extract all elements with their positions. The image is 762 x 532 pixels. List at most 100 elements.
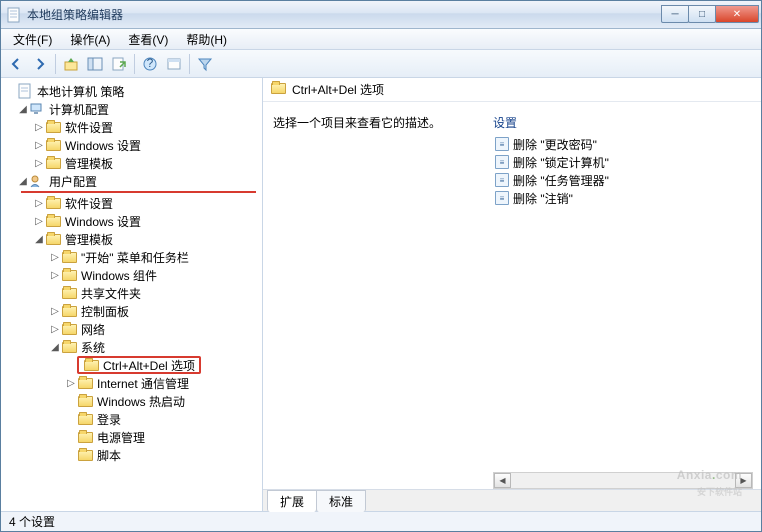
minimize-button[interactable]: ─ xyxy=(661,5,689,23)
folder-icon xyxy=(77,376,93,390)
collapse-icon[interactable]: ◢ xyxy=(17,104,29,115)
toolbar-separator xyxy=(134,54,135,74)
tree-computer-config[interactable]: ◢ 计算机配置 xyxy=(1,100,262,118)
collapse-icon[interactable]: ◢ xyxy=(49,342,61,353)
window-frame: 本地组策略编辑器 ─ □ ✕ 文件(F) 操作(A) 查看(V) 帮助(H) ?… xyxy=(0,0,762,532)
tree-item[interactable]: ▷Internet 通信管理 xyxy=(1,374,262,392)
tree-item[interactable]: Windows 热启动 xyxy=(1,392,262,410)
tree-label: 控制面板 xyxy=(81,303,129,320)
details-title: Ctrl+Alt+Del 选项 xyxy=(292,81,384,98)
menubar: 文件(F) 操作(A) 查看(V) 帮助(H) xyxy=(1,29,761,50)
expand-icon[interactable]: ▷ xyxy=(49,252,61,263)
expand-icon[interactable]: ▷ xyxy=(33,122,45,133)
tree-item[interactable]: ◢管理模板 xyxy=(1,230,262,248)
help-button[interactable]: ? xyxy=(139,53,161,75)
tree-item[interactable]: ▷软件设置 xyxy=(1,194,262,212)
folder-icon xyxy=(271,83,286,97)
tree-label: 本地计算机 策略 xyxy=(37,83,124,100)
tree-item[interactable]: ▷ 网络 xyxy=(1,320,262,338)
forward-button[interactable] xyxy=(29,53,51,75)
setting-row[interactable]: ≡删除 "锁定计算机" xyxy=(493,153,753,171)
back-button[interactable] xyxy=(5,53,27,75)
menu-action[interactable]: 操作(A) xyxy=(62,29,118,50)
menu-view[interactable]: 查看(V) xyxy=(120,29,176,50)
tree-system[interactable]: ◢ 系统 xyxy=(1,338,262,356)
expand-icon[interactable]: ▷ xyxy=(33,158,45,169)
up-button[interactable] xyxy=(60,53,82,75)
folder-icon xyxy=(45,232,61,246)
tree-item[interactable]: ▷"开始" 菜单和任务栏 xyxy=(1,248,262,266)
tab-standard[interactable]: 标准 xyxy=(316,490,366,512)
setting-icon: ≡ xyxy=(495,191,509,205)
setting-row[interactable]: ≡删除 "任务管理器" xyxy=(493,171,753,189)
tab-extended[interactable]: 扩展 xyxy=(267,490,317,512)
expand-icon[interactable]: ▷ xyxy=(33,216,45,227)
tree-label: 系统 xyxy=(81,339,105,356)
tree-item[interactable]: ▷Windows 设置 xyxy=(1,136,262,154)
expand-icon[interactable]: ▷ xyxy=(33,140,45,151)
computer-icon xyxy=(29,102,45,116)
tree-label: 电源管理 xyxy=(97,429,145,446)
folder-icon xyxy=(61,304,77,318)
folder-icon xyxy=(77,412,93,426)
app-icon xyxy=(7,7,23,23)
scroll-right-icon[interactable]: ▶ xyxy=(735,473,752,488)
close-button[interactable]: ✕ xyxy=(715,5,759,23)
tree-label: Ctrl+Alt+Del 选项 xyxy=(103,357,195,374)
expand-icon[interactable]: ▷ xyxy=(49,306,61,317)
tree-label: 管理模板 xyxy=(65,155,113,172)
folder-icon xyxy=(45,138,61,152)
setting-icon: ≡ xyxy=(495,137,509,151)
window-buttons: ─ □ ✕ xyxy=(661,6,759,23)
filter-button[interactable] xyxy=(194,53,216,75)
tree-label: 用户配置 xyxy=(49,173,97,190)
tree-item[interactable]: 共享文件夹 xyxy=(1,284,262,302)
annotation-highlight: Ctrl+Alt+Del 选项 xyxy=(77,356,201,374)
tree-item[interactable]: ▷ Windows 组件 xyxy=(1,266,262,284)
description-panel: 选择一个项目来查看它的描述。 xyxy=(263,108,487,489)
tree-ctrl-alt-del[interactable]: Ctrl+Alt+Del 选项 xyxy=(1,356,262,374)
tree-item[interactable]: ▷Windows 设置 xyxy=(1,212,262,230)
folder-icon xyxy=(61,250,77,264)
maximize-button[interactable]: □ xyxy=(688,5,716,23)
horizontal-scrollbar[interactable]: ◀ ▶ xyxy=(493,472,753,489)
setting-row[interactable]: ≡ 删除 "注销" xyxy=(493,189,753,207)
tree-item[interactable]: 登录 xyxy=(1,410,262,428)
collapse-icon[interactable]: ◢ xyxy=(33,234,45,245)
setting-label: 删除 "注销" xyxy=(513,190,573,207)
tree-item[interactable]: ▷ 控制面板 xyxy=(1,302,262,320)
expand-icon[interactable]: ▷ xyxy=(33,198,45,209)
content-body: 本地计算机 策略 ◢ 计算机配置 ▷软件设置 ▷Windows 设置 ▷ 管理模板… xyxy=(1,78,761,511)
tree-label: 共享文件夹 xyxy=(81,285,141,302)
export-button[interactable] xyxy=(108,53,130,75)
tree-item[interactable]: 电源管理 xyxy=(1,428,262,446)
expand-icon[interactable]: ▷ xyxy=(49,324,61,335)
expand-icon[interactable]: ▷ xyxy=(65,378,77,389)
setting-row[interactable]: ≡删除 "更改密码" xyxy=(493,135,753,153)
column-header[interactable]: 设置 xyxy=(493,114,753,135)
tree-item[interactable]: 脚本 xyxy=(1,446,262,464)
folder-icon xyxy=(61,340,77,354)
menu-file[interactable]: 文件(F) xyxy=(5,29,60,50)
setting-icon: ≡ xyxy=(495,155,509,169)
tree-label: 计算机配置 xyxy=(49,101,109,118)
menu-help[interactable]: 帮助(H) xyxy=(178,29,235,50)
setting-label: 删除 "任务管理器" xyxy=(513,172,609,189)
expand-icon[interactable]: ▷ xyxy=(49,270,61,281)
tree-item[interactable]: ▷软件设置 xyxy=(1,118,262,136)
show-hide-tree-button[interactable] xyxy=(84,53,106,75)
tree-pane[interactable]: 本地计算机 策略 ◢ 计算机配置 ▷软件设置 ▷Windows 设置 ▷ 管理模板… xyxy=(1,78,263,511)
tree-label: 网络 xyxy=(81,321,105,338)
options-button[interactable] xyxy=(163,53,185,75)
tree-label: Windows 组件 xyxy=(81,267,157,284)
scroll-left-icon[interactable]: ◀ xyxy=(494,473,511,488)
annotation-underline xyxy=(21,191,256,193)
tree-root[interactable]: 本地计算机 策略 xyxy=(1,82,262,100)
folder-icon xyxy=(45,156,61,170)
collapse-icon[interactable]: ◢ xyxy=(17,176,29,187)
tree-user-config[interactable]: ◢ 用户配置 xyxy=(1,172,262,190)
details-body: 选择一个项目来查看它的描述。 设置 ≡删除 "更改密码" ≡删除 "锁定计算机"… xyxy=(263,102,761,489)
titlebar[interactable]: 本地组策略编辑器 ─ □ ✕ xyxy=(1,1,761,29)
description-text: 选择一个项目来查看它的描述。 xyxy=(273,116,441,130)
tree-item[interactable]: ▷ 管理模板 xyxy=(1,154,262,172)
